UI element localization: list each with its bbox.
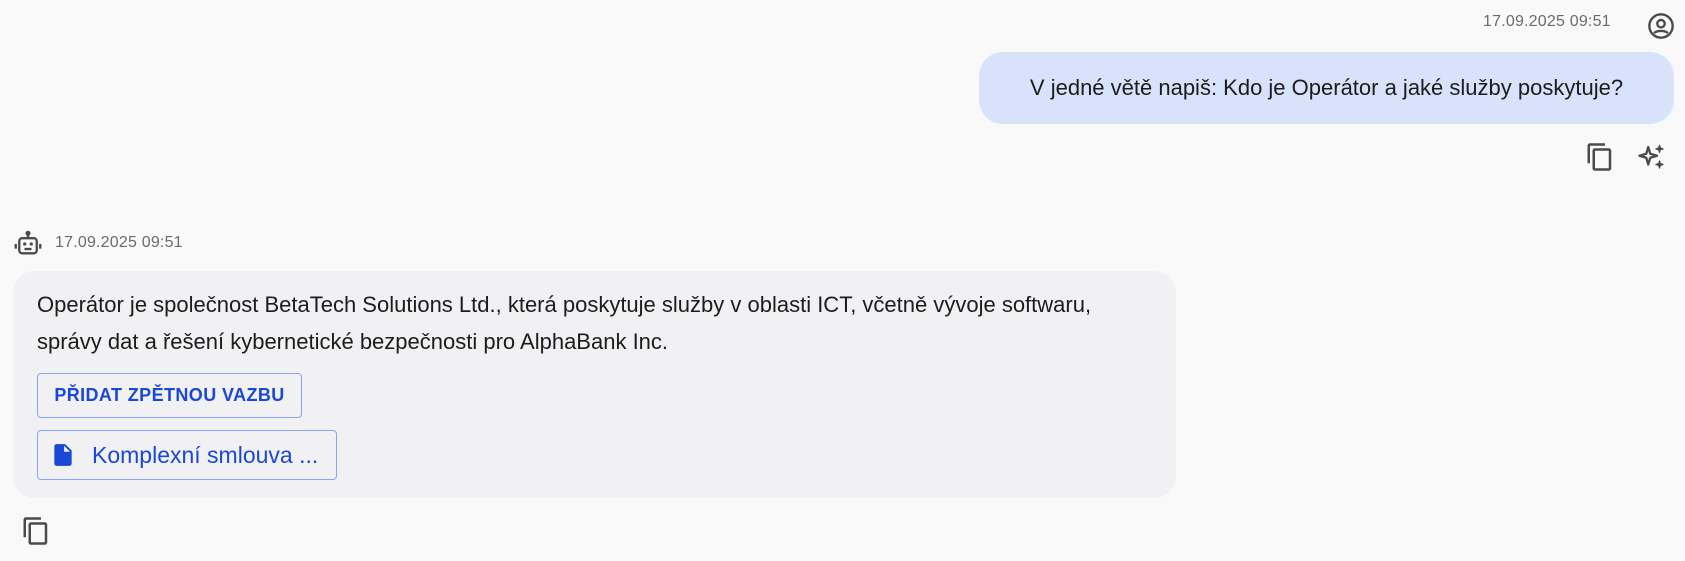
user-message-timestamp: 17.09.2025 09:51: [1483, 13, 1611, 30]
copy-icon: [21, 516, 51, 551]
source-document-button[interactable]: Komplexní smlouva ...: [37, 430, 337, 480]
assistant-message-timestamp: 17.09.2025 09:51: [55, 234, 183, 251]
document-icon: [50, 442, 76, 468]
user-message-bubble: V jedné větě napiš: Kdo je Operátor a ja…: [979, 52, 1674, 124]
copy-assistant-message-button[interactable]: [19, 516, 53, 550]
assistant-message-bubble: Operátor je společnost BetaTech Solution…: [13, 271, 1176, 498]
assistant-message-text: Operátor je společnost BetaTech Solution…: [37, 292, 1092, 354]
account-circle-icon: [1647, 12, 1675, 40]
source-document-label: Komplexní smlouva ...: [92, 441, 319, 468]
user-message-text: V jedné větě napiš: Kdo je Operátor a ja…: [1029, 75, 1624, 100]
robot-icon: [13, 230, 43, 258]
copy-icon: [1585, 142, 1615, 177]
copy-user-message-button[interactable]: [1583, 142, 1617, 176]
sparkle-button[interactable]: [1635, 142, 1669, 176]
add-feedback-button[interactable]: PŘIDAT ZPĚTNOU VAZBU: [37, 373, 302, 418]
sparkle-icon: [1637, 142, 1667, 177]
